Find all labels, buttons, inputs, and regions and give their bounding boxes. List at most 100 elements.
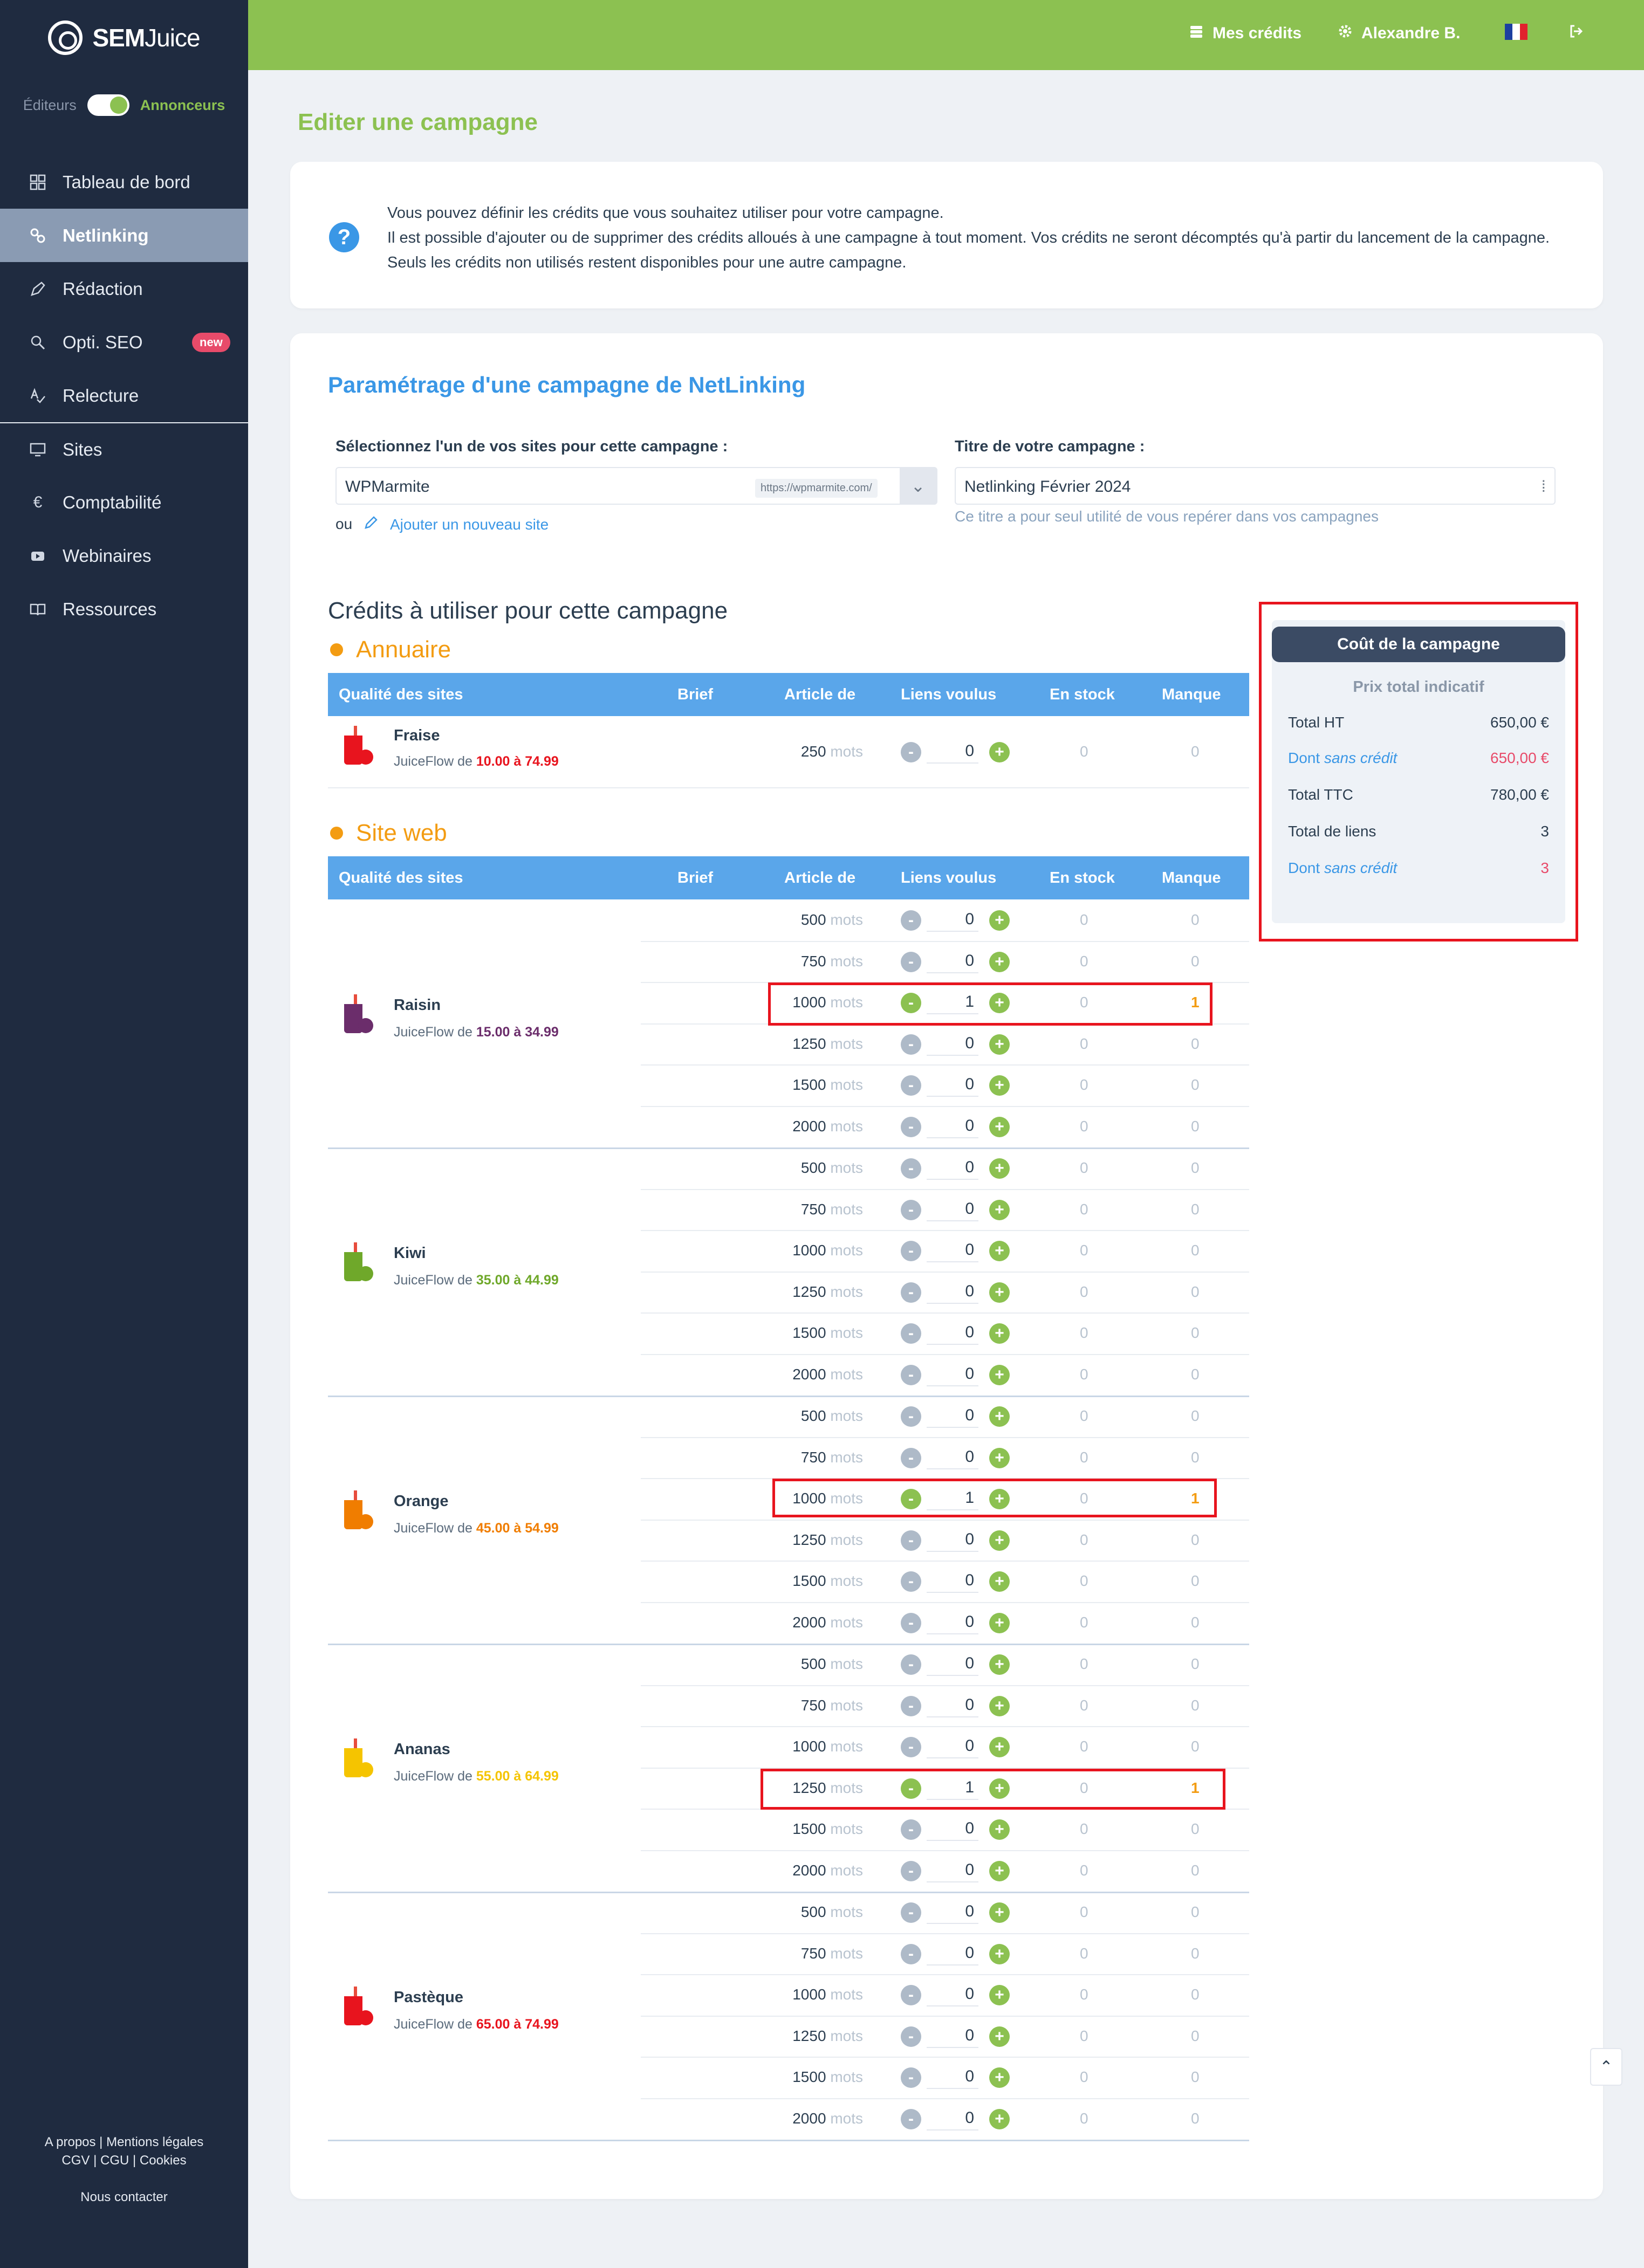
decrement-button[interactable]: - (901, 1323, 921, 1344)
increment-button[interactable]: + (989, 1737, 1010, 1758)
logout-button[interactable] (1568, 24, 1584, 43)
decrement-button[interactable]: - (901, 1530, 921, 1551)
decrement-button[interactable]: - (901, 1819, 921, 1840)
quantity-input[interactable]: 0 (927, 1571, 978, 1593)
decrement-button[interactable]: - (901, 1199, 921, 1220)
legal-line-1[interactable]: A propos | Mentions légales (0, 2133, 248, 2152)
quantity-input[interactable]: 0 (927, 1075, 978, 1097)
add-site-link[interactable]: Ajouter un nouveau site (364, 516, 549, 533)
decrement-button[interactable]: - (901, 951, 921, 972)
role-toggle[interactable] (87, 94, 129, 116)
decrement-button[interactable]: - (901, 1447, 921, 1468)
sidebar-item-ressources[interactable]: Ressources (0, 582, 248, 636)
sidebar-item-opti-seo[interactable]: Opti. SEO new (0, 315, 248, 369)
legal-links[interactable]: A propos | Mentions légales CGV | CGU | … (0, 2133, 248, 2170)
decrement-button[interactable]: - (901, 1117, 921, 1137)
decrement-button[interactable]: - (901, 1861, 921, 1881)
decrement-button[interactable]: - (901, 1654, 921, 1675)
decrement-button[interactable]: - (901, 1695, 921, 1716)
increment-button[interactable]: + (989, 1034, 1010, 1055)
increment-button[interactable]: + (989, 910, 1010, 931)
quantity-input[interactable]: 0 (927, 1365, 978, 1386)
quantity-input[interactable]: 0 (927, 2109, 978, 2130)
increment-button[interactable]: + (989, 1447, 1010, 1468)
quantity-input[interactable]: 0 (927, 1613, 978, 1634)
quantity-input[interactable]: 0 (927, 742, 978, 764)
legal-line-2[interactable]: CGV | CGU | Cookies (0, 2152, 248, 2170)
decrement-button[interactable]: - (901, 1985, 921, 2006)
quantity-input[interactable]: 0 (927, 1861, 978, 1882)
quantity-input[interactable]: 0 (927, 1200, 978, 1221)
quantity-input[interactable]: 0 (927, 1406, 978, 1428)
decrement-button[interactable]: - (901, 1902, 921, 1923)
increment-button[interactable]: + (989, 2067, 1010, 2088)
user-menu[interactable]: Alexandre B. (1338, 24, 1460, 43)
increment-button[interactable]: + (989, 1199, 1010, 1220)
sidebar-item-sites[interactable]: Sites (0, 422, 248, 476)
decrement-button[interactable]: - (901, 1034, 921, 1055)
increment-button[interactable]: + (989, 1819, 1010, 1840)
quantity-input[interactable]: 0 (927, 1819, 978, 1841)
decrement-button[interactable]: - (901, 1158, 921, 1179)
increment-button[interactable]: + (989, 742, 1010, 762)
quantity-input[interactable]: 0 (927, 1323, 978, 1345)
decrement-button[interactable]: - (901, 2067, 921, 2088)
increment-button[interactable]: + (989, 1241, 1010, 1262)
sidebar-item-webinaires[interactable]: Webinaires (0, 529, 248, 582)
decrement-button[interactable]: - (901, 1365, 921, 1385)
increment-button[interactable]: + (989, 1075, 1010, 1096)
increment-button[interactable]: + (989, 1158, 1010, 1179)
increment-button[interactable]: + (989, 1943, 1010, 1964)
sidebar-item-redaction[interactable]: Rédaction (0, 262, 248, 315)
increment-button[interactable]: + (989, 1365, 1010, 1385)
decrement-button[interactable]: - (901, 1406, 921, 1427)
quantity-input[interactable]: 0 (927, 910, 978, 932)
decrement-button[interactable]: - (901, 910, 921, 931)
quantity-input[interactable]: 0 (927, 1448, 978, 1469)
increment-button[interactable]: + (989, 1530, 1010, 1551)
decrement-button[interactable]: - (901, 1075, 921, 1096)
decrement-button[interactable]: - (901, 1737, 921, 1758)
increment-button[interactable]: + (989, 1613, 1010, 1633)
increment-button[interactable]: + (989, 1117, 1010, 1137)
quantity-input[interactable]: 0 (927, 1944, 978, 1965)
quantity-input[interactable]: 0 (927, 1530, 978, 1552)
increment-button[interactable]: + (989, 1654, 1010, 1675)
quantity-input[interactable]: 0 (927, 1902, 978, 1924)
increment-button[interactable]: + (989, 2109, 1010, 2129)
quantity-input[interactable]: 0 (927, 1158, 978, 1180)
increment-button[interactable]: + (989, 1861, 1010, 1881)
contact-link[interactable]: Nous contacter (0, 2188, 248, 2207)
decrement-button[interactable]: - (901, 1282, 921, 1303)
sidebar-item-tableau-de-bord[interactable]: Tableau de bord (0, 155, 248, 209)
sidebar-item-comptabilite[interactable]: € Comptabilité (0, 476, 248, 529)
language-selector[interactable] (1505, 24, 1527, 40)
quantity-input[interactable]: 0 (927, 952, 978, 973)
site-select[interactable]: WPMarmite https://wpmarmite.com/ ⌄ (335, 467, 937, 505)
quantity-input[interactable]: 0 (927, 1117, 978, 1138)
decrement-button[interactable]: - (901, 1613, 921, 1633)
scroll-top-button[interactable]: ⌃ (1590, 2048, 1622, 2086)
quantity-input[interactable]: 0 (927, 1241, 978, 1263)
quantity-input[interactable]: 0 (927, 1737, 978, 1759)
increment-button[interactable]: + (989, 1282, 1010, 1303)
decrement-button[interactable]: - (901, 2026, 921, 2047)
quantity-input[interactable]: 0 (927, 1282, 978, 1304)
sidebar-item-relecture[interactable]: Relecture (0, 369, 248, 422)
quantity-input[interactable]: 0 (927, 1034, 978, 1056)
increment-button[interactable]: + (989, 1323, 1010, 1344)
increment-button[interactable]: + (989, 1406, 1010, 1427)
increment-button[interactable]: + (989, 1985, 1010, 2006)
decrement-button[interactable]: - (901, 742, 921, 762)
increment-button[interactable]: + (989, 1695, 1010, 1716)
logo[interactable]: SEMJuice (0, 0, 248, 75)
decrement-button[interactable]: - (901, 1571, 921, 1592)
quantity-input[interactable]: 0 (927, 1654, 978, 1676)
increment-button[interactable]: + (989, 951, 1010, 972)
campaign-title-input[interactable]: Netlinking Février 2024 ⁞ (955, 467, 1556, 505)
quantity-input[interactable]: 0 (927, 1985, 978, 2007)
quantity-input[interactable]: 0 (927, 2067, 978, 2090)
quantity-input[interactable]: 0 (927, 1696, 978, 1717)
decrement-button[interactable]: - (901, 1943, 921, 1964)
increment-button[interactable]: + (989, 1571, 1010, 1592)
